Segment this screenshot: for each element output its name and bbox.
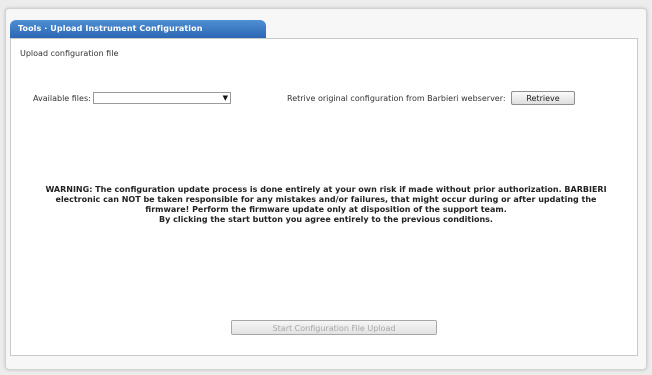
warning-text: WARNING: The configuration update proces… — [31, 185, 621, 225]
chevron-down-icon[interactable]: ▼ — [223, 94, 228, 103]
available-files-label: Available files: — [33, 94, 91, 103]
section-title: Upload configuration file — [20, 49, 119, 58]
warning-line-2: electronic can NOT be taken responsible … — [55, 195, 597, 204]
start-upload-button[interactable]: Start Configuration File Upload — [231, 320, 437, 335]
retrieve-label: Retrive original configuration from Barb… — [287, 94, 506, 103]
tab-upload-configuration[interactable]: Tools · Upload Instrument Configuration — [10, 20, 266, 38]
retrieve-button[interactable]: Retrieve — [511, 91, 575, 105]
warning-line-4: By clicking the start button you agree e… — [159, 215, 493, 224]
available-files-select[interactable]: ▼ — [93, 92, 231, 104]
warning-line-3: firmware! Perform the firmware update on… — [145, 205, 507, 214]
upload-panel: Upload configuration file Available file… — [10, 38, 638, 356]
warning-line-1: WARNING: The configuration update proces… — [45, 185, 607, 194]
